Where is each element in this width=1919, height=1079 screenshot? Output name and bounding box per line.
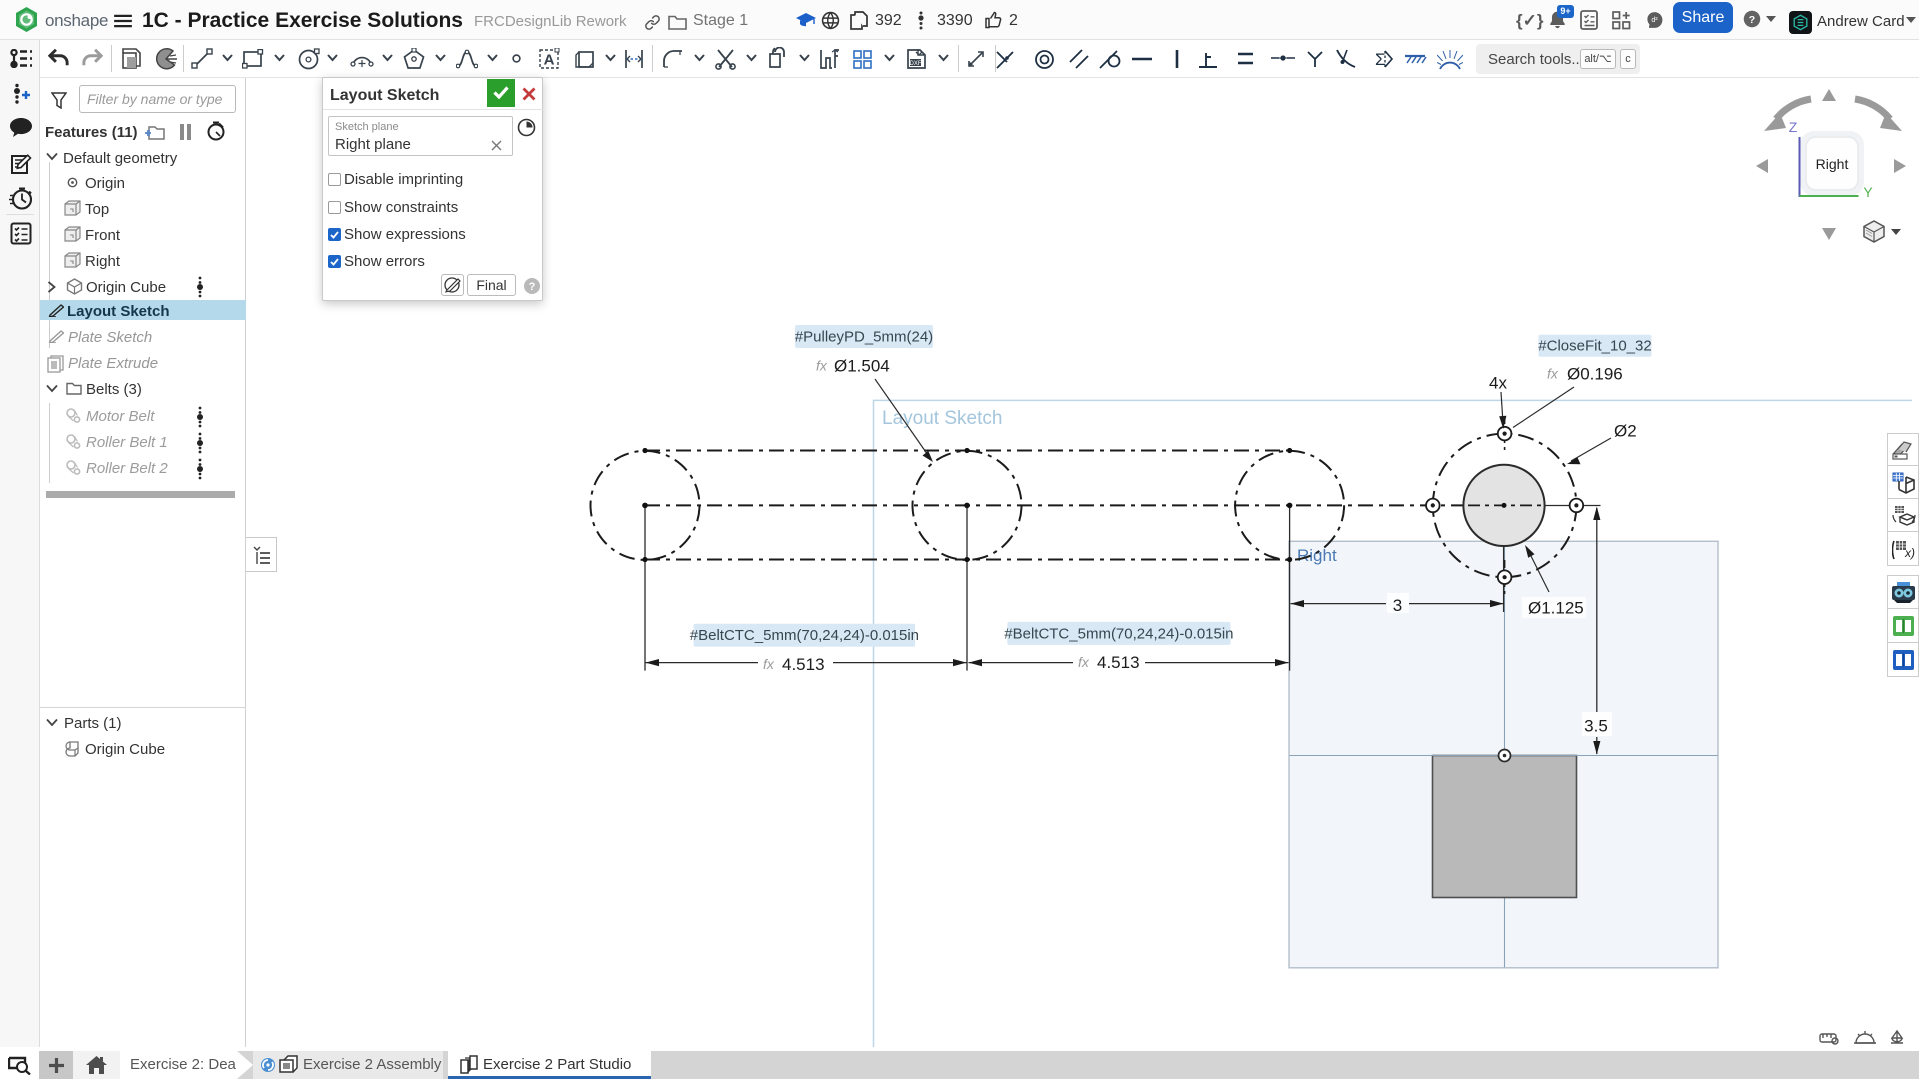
svg-text:#PulleyPD_5mm(24): #PulleyPD_5mm(24) (795, 329, 933, 346)
svg-text:x): x) (1904, 546, 1915, 560)
svg-text:?: ? (1749, 14, 1755, 26)
svg-text:3: 3 (1393, 596, 1402, 615)
svg-text:fx: fx (763, 656, 775, 672)
svg-text:Y: Y (1863, 184, 1873, 200)
svg-text:3.5: 3.5 (1584, 717, 1608, 736)
svg-text:4x: 4x (1489, 374, 1507, 393)
svg-text:Right: Right (1297, 546, 1337, 565)
svg-text:Ø1.125: Ø1.125 (1528, 599, 1584, 618)
svg-text:Ø2: Ø2 (1614, 422, 1637, 441)
svg-text:fx: fx (1078, 654, 1090, 670)
svg-text:4.513: 4.513 (782, 655, 825, 674)
svg-text:Ø1.504: Ø1.504 (834, 357, 890, 376)
svg-text:A: A (544, 52, 555, 69)
svg-text:fx: fx (1547, 366, 1559, 382)
svg-text:4.513: 4.513 (1097, 653, 1140, 672)
svg-text:DXF: DXF (910, 61, 922, 67)
svg-text:#CloseFit_10_32: #CloseFit_10_32 (1538, 338, 1651, 355)
svg-text:Σ: Σ (1375, 50, 1386, 69)
svg-text:#BeltCTC_5mm(70,24,24)-0.015in: #BeltCTC_5mm(70,24,24)-0.015in (1004, 625, 1233, 642)
svg-text:?: ? (529, 281, 536, 293)
svg-text:Layout Sketch: Layout Sketch (882, 408, 1002, 429)
svg-text:#BeltCTC_5mm(70,24,24)-0.015in: #BeltCTC_5mm(70,24,24)-0.015in (690, 627, 919, 644)
svg-text:d²: d² (1651, 16, 1658, 24)
svg-text:fx: fx (816, 358, 828, 374)
svg-text:Right: Right (1816, 156, 1849, 172)
svg-text:Ø0.196: Ø0.196 (1567, 365, 1623, 384)
svg-text:Z: Z (1789, 119, 1798, 135)
